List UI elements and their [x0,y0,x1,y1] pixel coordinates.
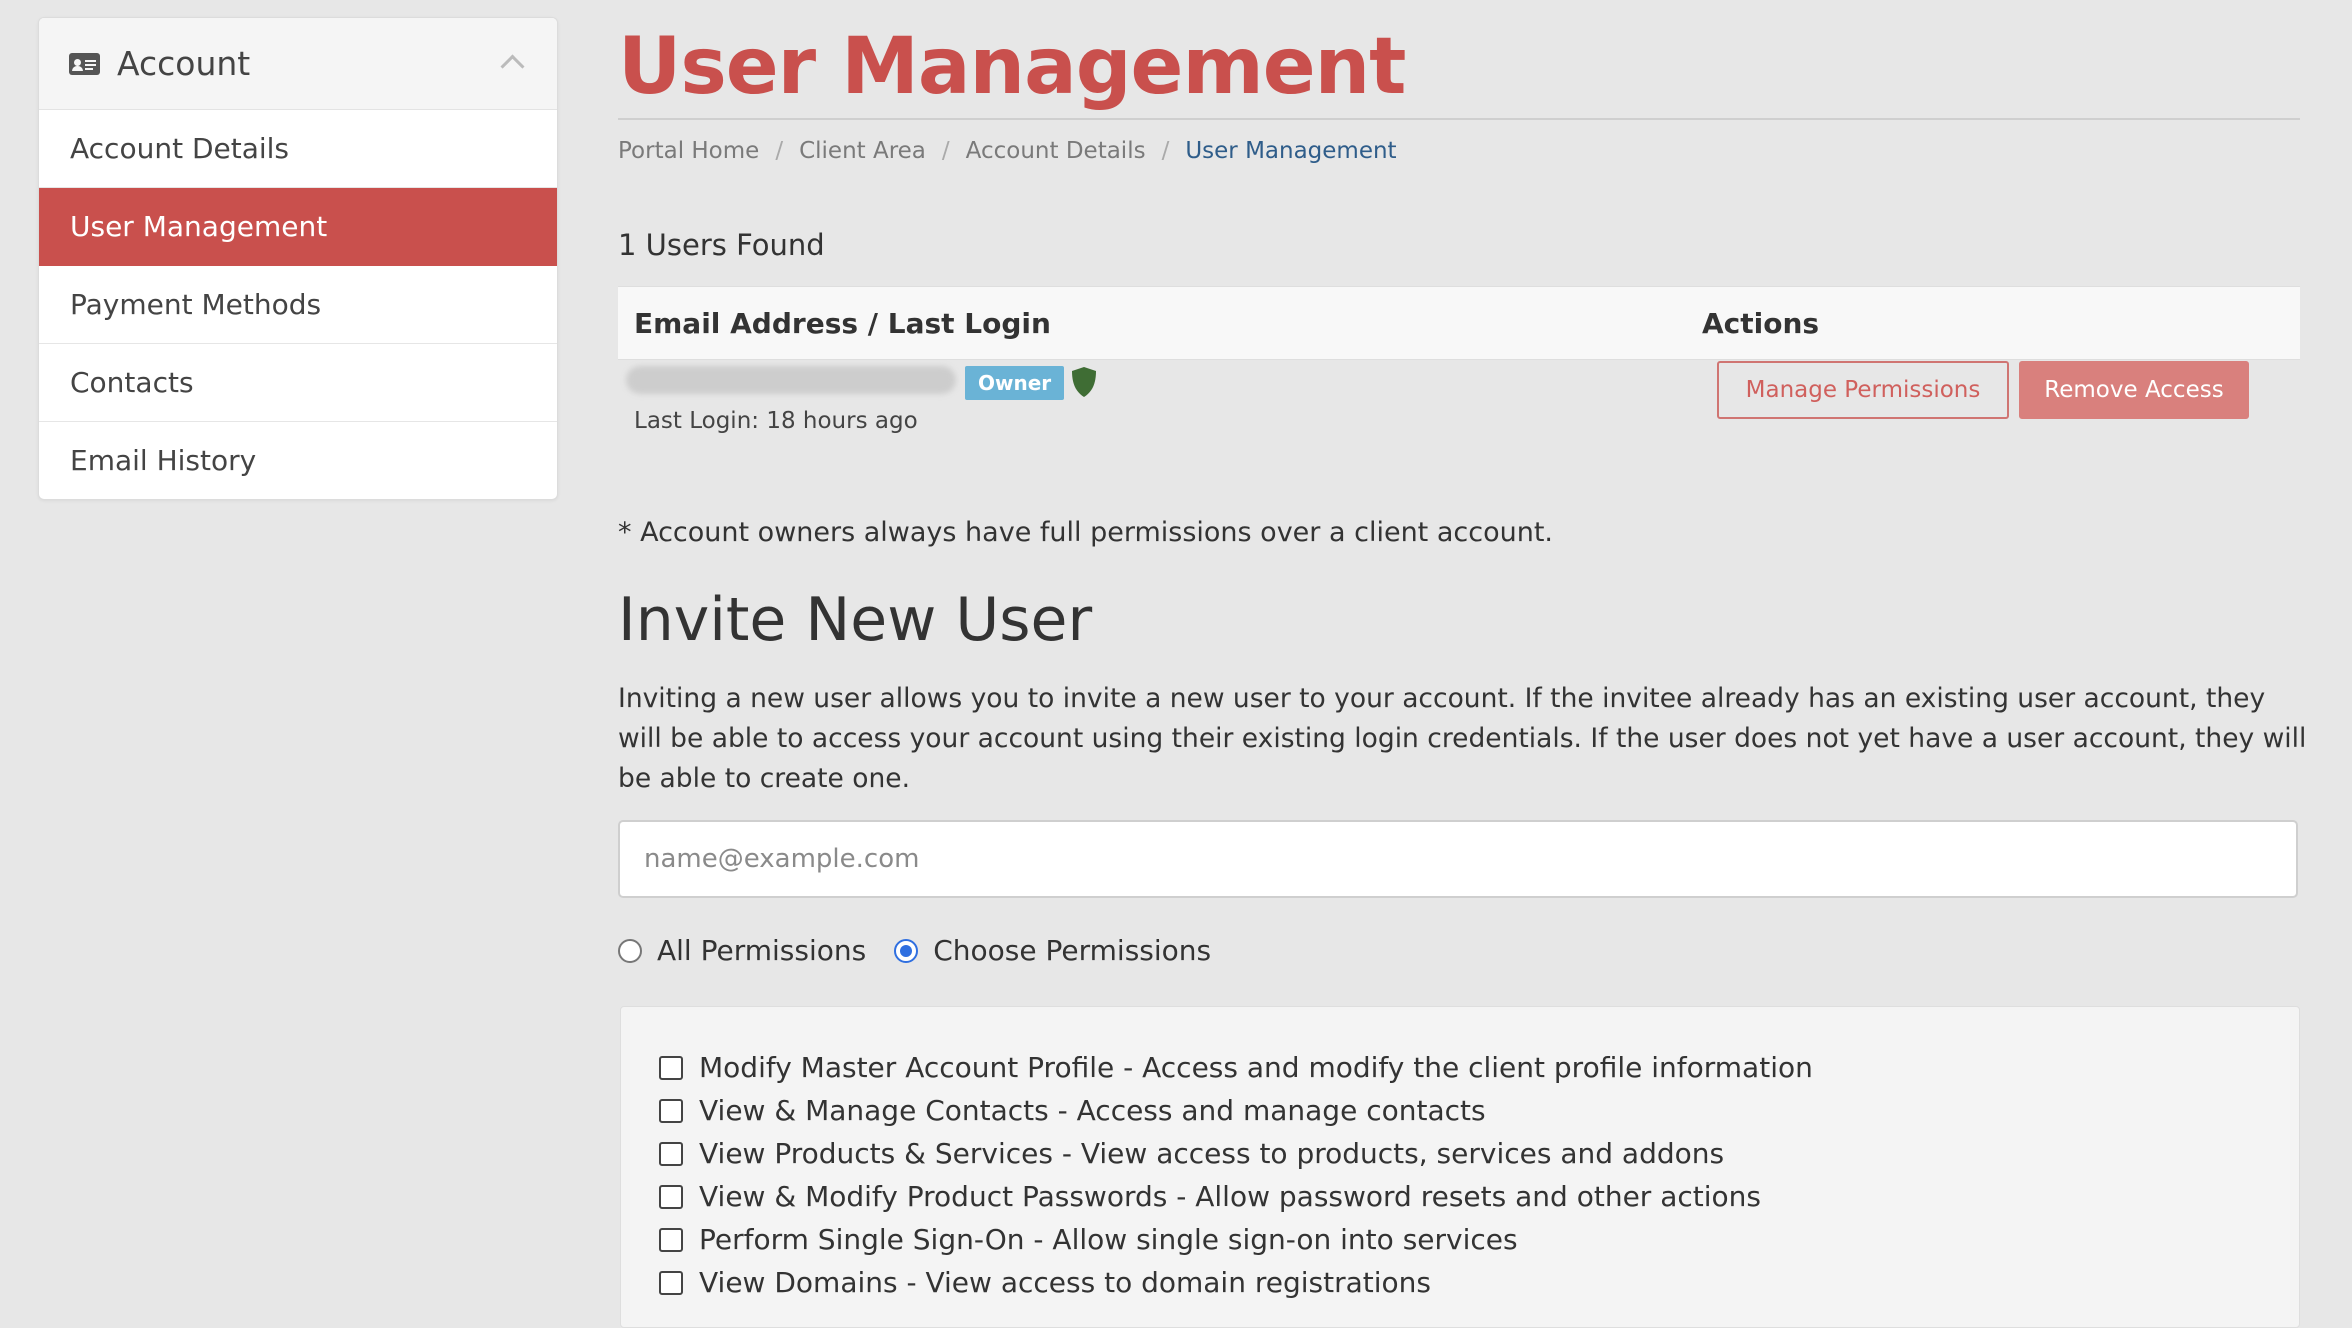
permission-label[interactable]: View Products & Services - View access t… [699,1137,1724,1170]
permissions-panel: Modify Master Account Profile - Access a… [620,1006,2300,1328]
breadcrumb-current: User Management [1185,138,1397,164]
owner-permissions-note: * Account owners always have full permis… [618,517,1553,548]
permission-label[interactable]: Perform Single Sign-On - Allow single si… [699,1223,1518,1256]
permission-checkbox[interactable] [659,1184,683,1209]
sidebar-item-account-details[interactable]: Account Details [39,110,557,188]
table-row: Owner Last Login: 18 hours ago Manage Pe… [618,270,2300,434]
chevron-up-icon[interactable] [500,54,525,79]
permission-checkbox[interactable] [659,1098,683,1123]
sidebar-title: Account [117,44,251,83]
shield-icon [1072,367,1096,397]
permission-checkbox[interactable] [659,1141,683,1166]
permission-item: View Domains - View access to domain reg… [659,1261,1813,1304]
invite-email-input[interactable] [618,820,2298,898]
manage-permissions-button[interactable]: Manage Permissions [1717,361,2009,419]
remove-access-button[interactable]: Remove Access [2019,361,2249,419]
permission-checkbox[interactable] [659,1055,683,1080]
breadcrumb-separator: / [775,138,784,164]
permission-item: View Products & Services - View access t… [659,1132,1813,1175]
account-sidebar: Account Account Details User Management … [38,17,558,500]
users-table: Email Address / Last Login Actions [618,286,2300,360]
breadcrumb-account-details[interactable]: Account Details [966,138,1146,164]
column-header-email: Email Address / Last Login [634,306,1051,340]
permission-label[interactable]: View & Manage Contacts - Access and mana… [699,1094,1486,1127]
invite-section-title: Invite New User [618,585,1093,655]
column-header-actions: Actions [1702,306,1820,340]
radio-all-permissions[interactable] [618,938,642,963]
breadcrumb-client-area[interactable]: Client Area [799,138,926,164]
permission-label[interactable]: View & Modify Product Passwords - Allow … [699,1180,1761,1213]
permission-item: Perform Single Sign-On - Allow single si… [659,1218,1813,1261]
permission-checkbox[interactable] [659,1270,683,1295]
permission-item: View & Modify Product Passwords - Allow … [659,1175,1813,1218]
sidebar-item-email-history[interactable]: Email History [39,422,557,499]
table-header: Email Address / Last Login Actions [618,286,2300,360]
last-login-text: Last Login: 18 hours ago [634,408,918,434]
breadcrumb-separator: / [1161,138,1170,164]
page-title: User Management [618,22,1406,112]
sidebar-item-payment-methods[interactable]: Payment Methods [39,266,557,344]
radio-all-permissions-label[interactable]: All Permissions [657,934,866,967]
owner-badge: Owner [965,366,1065,400]
permission-item: View & Manage Contacts - Access and mana… [659,1089,1813,1132]
breadcrumb-portal-home[interactable]: Portal Home [618,138,759,164]
users-found-count: 1 Users Found [618,228,825,262]
radio-choose-permissions[interactable] [894,938,919,963]
title-divider [618,118,2300,120]
permission-item: Modify Master Account Profile - Access a… [659,1046,1813,1089]
sidebar-item-contacts[interactable]: Contacts [39,344,557,422]
id-card-icon [69,52,100,75]
permission-label[interactable]: Modify Master Account Profile - Access a… [699,1051,1813,1084]
redacted-email [626,366,956,394]
permission-label[interactable]: View Domains - View access to domain reg… [699,1266,1431,1299]
invite-description: Inviting a new user allows you to invite… [618,683,2307,794]
sidebar-item-user-management[interactable]: User Management [39,188,557,266]
breadcrumb-separator: / [941,138,950,164]
sidebar-header[interactable]: Account [39,18,557,110]
breadcrumb: Portal Home / Client Area / Account Deta… [618,138,1397,164]
permissions-list: Modify Master Account Profile - Access a… [659,1046,1813,1304]
permission-mode-radio-group: All Permissions Choose Permissions [618,934,1239,967]
permission-checkbox[interactable] [659,1227,683,1252]
radio-choose-permissions-label[interactable]: Choose Permissions [933,934,1211,967]
